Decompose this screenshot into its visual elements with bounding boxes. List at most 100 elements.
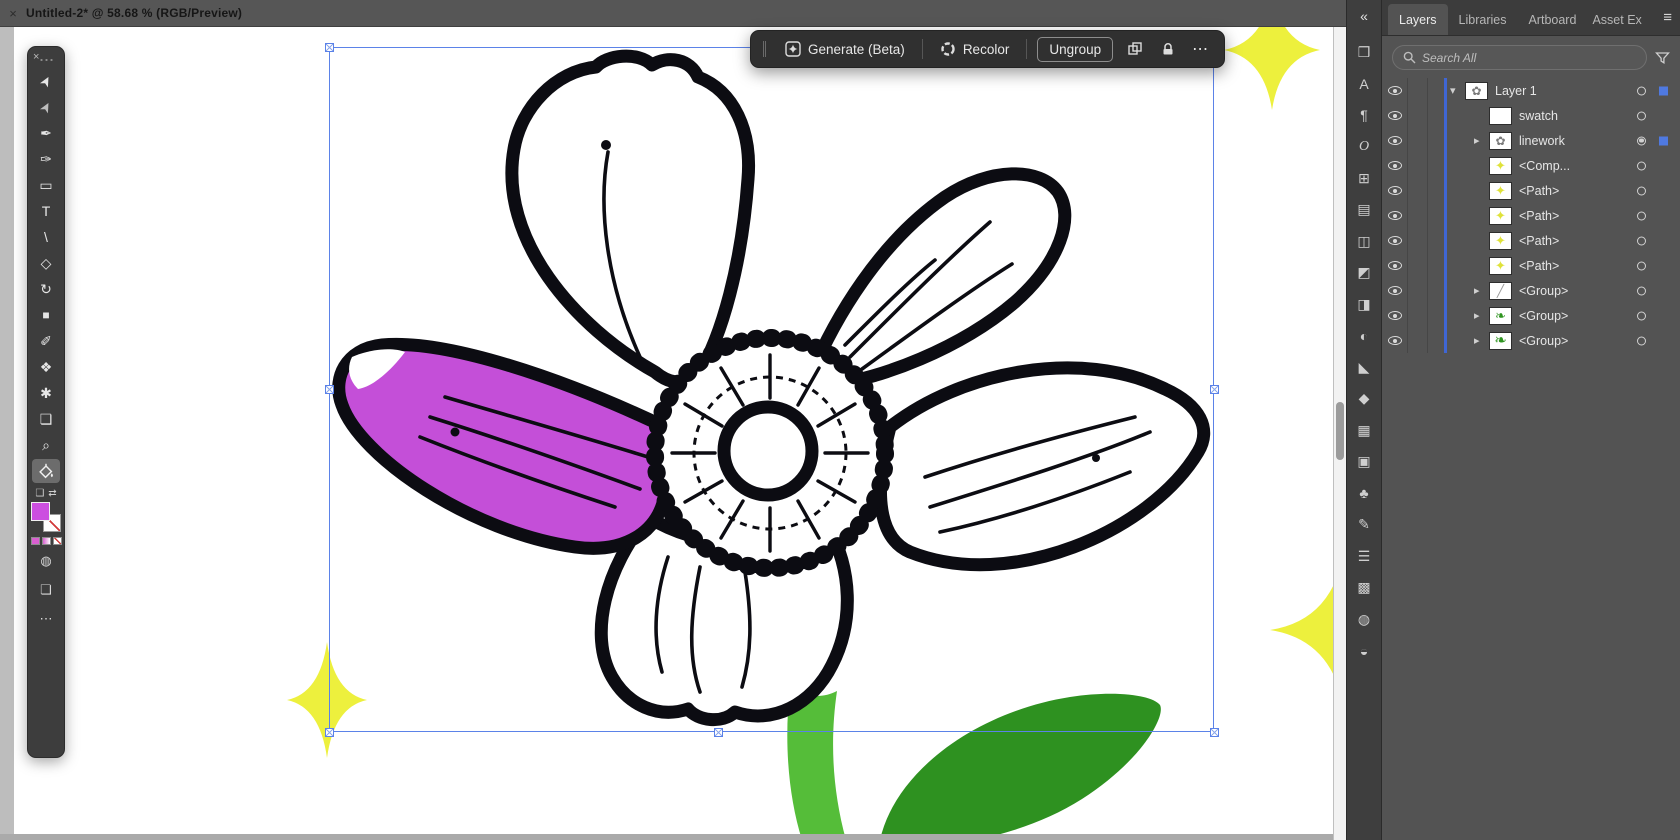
layer-row-path[interactable]: ✦ <Path>: [1382, 203, 1680, 228]
align-panel-icon[interactable]: ▤: [1351, 198, 1377, 222]
swap-fill-stroke-icon[interactable]: ⇄: [48, 488, 56, 499]
gradient-fill-button[interactable]: [42, 537, 51, 545]
selection-handle[interactable]: [325, 385, 334, 394]
selection-handle[interactable]: [1210, 728, 1219, 737]
visibility-toggle[interactable]: [1382, 153, 1408, 178]
pattern-panel-icon[interactable]: ▦: [1351, 418, 1377, 442]
lock-button[interactable]: [1157, 38, 1179, 60]
layer-name[interactable]: <Group>: [1519, 309, 1568, 323]
layer-thumbnail[interactable]: ✦: [1489, 157, 1512, 175]
navigator-panel-icon[interactable]: ◒: [1351, 639, 1377, 663]
rotate-tool[interactable]: ↻: [32, 277, 60, 301]
layer-name[interactable]: <Group>: [1519, 284, 1568, 298]
layer-name[interactable]: <Group>: [1519, 334, 1568, 348]
line-segment-tool[interactable]: \: [32, 225, 60, 249]
chevron-right-icon[interactable]: ▸: [1474, 284, 1489, 297]
search-input[interactable]: [1422, 51, 1636, 65]
vertical-scrollbar[interactable]: [1333, 27, 1346, 840]
pen-tool[interactable]: ✒: [32, 121, 60, 145]
zoom-tool[interactable]: ⌕: [32, 433, 60, 457]
layer-row-path[interactable]: ✦ <Path>: [1382, 178, 1680, 203]
layer-thumbnail[interactable]: ✦: [1489, 232, 1512, 250]
recolor-button[interactable]: Recolor: [933, 36, 1017, 62]
layer-row-path[interactable]: ✦ <Path>: [1382, 228, 1680, 253]
opentype-panel-icon[interactable]: O: [1351, 135, 1377, 159]
target-circle[interactable]: [1637, 161, 1646, 170]
selection-handle[interactable]: [325, 43, 334, 52]
layer-thumbnail[interactable]: ✦: [1489, 182, 1512, 200]
shape-panel-icon[interactable]: ◣: [1351, 355, 1377, 379]
lock-toggle[interactable]: [1408, 128, 1428, 153]
toolbar-close-icon[interactable]: ×: [33, 51, 39, 63]
taskbar-drag-handle[interactable]: [763, 41, 766, 57]
stroke-panel-icon[interactable]: ☰: [1351, 544, 1377, 568]
brushes-panel-icon[interactable]: ✎: [1351, 513, 1377, 537]
window-close-icon[interactable]: ×: [0, 6, 26, 21]
chevron-down-icon[interactable]: ▾: [1450, 84, 1465, 97]
layer-thumbnail[interactable]: ✿: [1465, 82, 1488, 100]
layer-row-path[interactable]: ✦ <Path>: [1382, 253, 1680, 278]
type-tool[interactable]: T: [32, 199, 60, 223]
lock-toggle[interactable]: [1408, 103, 1428, 128]
drawing-modes-button[interactable]: ◍: [32, 549, 60, 573]
lock-toggle[interactable]: [1408, 253, 1428, 278]
layer-name[interactable]: <Path>: [1519, 259, 1559, 273]
live-paint-bucket-tool[interactable]: [32, 459, 60, 483]
shape-builder-tool[interactable]: ❖: [32, 355, 60, 379]
visibility-toggle[interactable]: [1382, 128, 1408, 153]
target-circle[interactable]: [1637, 311, 1646, 320]
tab-artboards[interactable]: Artboard: [1517, 4, 1581, 35]
lock-toggle[interactable]: [1408, 203, 1428, 228]
curvature-tool[interactable]: ✑: [32, 147, 60, 171]
target-circle[interactable]: [1637, 286, 1646, 295]
visibility-toggle[interactable]: [1382, 178, 1408, 203]
layer-thumbnail[interactable]: ✿: [1489, 132, 1512, 150]
panel-menu-icon[interactable]: ≡: [1663, 9, 1672, 26]
visibility-toggle[interactable]: [1382, 303, 1408, 328]
edit-toolbar-button[interactable]: ⋯: [32, 607, 60, 631]
layer-row-layer1[interactable]: ▾ ✿ Layer 1: [1382, 78, 1680, 103]
target-circle[interactable]: [1637, 336, 1646, 345]
layer-name[interactable]: <Path>: [1519, 209, 1559, 223]
selection-handle[interactable]: [1210, 385, 1219, 394]
rectangle-tool[interactable]: ▭: [32, 173, 60, 197]
pathfinder-panel-icon[interactable]: ◫: [1351, 229, 1377, 253]
screen-mode-button[interactable]: ❏: [32, 578, 60, 602]
visibility-toggle[interactable]: [1382, 103, 1408, 128]
eraser-tool[interactable]: ◇: [32, 251, 60, 275]
lock-toggle[interactable]: [1408, 78, 1428, 103]
scale-tool[interactable]: ■: [32, 303, 60, 327]
direct-selection-tool[interactable]: ➤: [32, 95, 60, 119]
layer-name[interactable]: <Path>: [1519, 234, 1559, 248]
cc-libraries-panel-icon[interactable]: ❒: [1351, 40, 1377, 64]
lock-toggle[interactable]: [1408, 278, 1428, 303]
color-panel-icon[interactable]: ◩: [1351, 261, 1377, 285]
selection-handle[interactable]: [325, 728, 334, 737]
layer-row-compound[interactable]: ✦ <Comp...: [1382, 153, 1680, 178]
tab-libraries[interactable]: Libraries: [1448, 4, 1518, 35]
ungroup-button[interactable]: Ungroup: [1037, 37, 1113, 62]
selection-indicator[interactable]: [1659, 86, 1668, 95]
artboard-tool[interactable]: ❏: [32, 407, 60, 431]
visibility-toggle[interactable]: [1382, 78, 1408, 103]
layer-name[interactable]: <Path>: [1519, 184, 1559, 198]
layer-name[interactable]: <Comp...: [1519, 159, 1570, 173]
3d-materials-panel-icon[interactable]: ◆: [1351, 387, 1377, 411]
target-circle[interactable]: [1637, 211, 1646, 220]
layer-row-group[interactable]: ▸ ❧ <Group>: [1382, 328, 1680, 353]
selection-indicator[interactable]: [1659, 136, 1668, 145]
layer-row-group[interactable]: ▸ ╱ <Group>: [1382, 278, 1680, 303]
layer-thumbnail[interactable]: [1489, 107, 1512, 125]
layer-thumbnail[interactable]: ╱: [1489, 282, 1512, 300]
layer-row-swatch[interactable]: swatch: [1382, 103, 1680, 128]
eyedropper-tool[interactable]: ✐: [32, 329, 60, 353]
chevron-right-icon[interactable]: ▸: [1474, 334, 1489, 347]
gradient-panel-icon[interactable]: ◐: [1351, 324, 1377, 348]
layer-name[interactable]: Layer 1: [1495, 84, 1537, 98]
visibility-toggle[interactable]: [1382, 203, 1408, 228]
fill-swatch[interactable]: [31, 502, 50, 521]
symbol-sprayer-tool[interactable]: ✱: [32, 381, 60, 405]
layer-name[interactable]: swatch: [1519, 109, 1558, 123]
visibility-toggle[interactable]: [1382, 278, 1408, 303]
expand-panels-icon[interactable]: «: [1351, 4, 1377, 28]
